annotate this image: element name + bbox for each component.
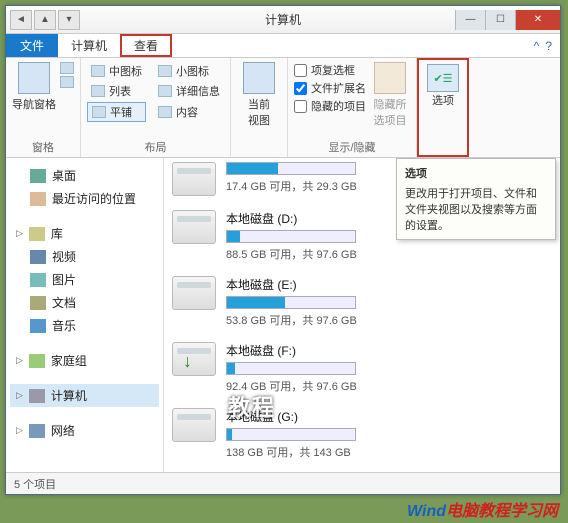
sidebar-item-videos[interactable]: 视频	[10, 245, 159, 268]
ribbon: 导航窗格 窗格 中图标 小图标 列表 详细信息 平铺 内容	[6, 58, 560, 158]
tooltip-title: 选项	[405, 165, 547, 181]
layout-details[interactable]: 详细信息	[154, 82, 224, 100]
drive-list: 选项 更改用于打开项目、文件和文件夹视图以及搜索等方面的设置。 17.4 GB …	[164, 158, 560, 472]
sidebar-item-music[interactable]: 音乐	[10, 314, 159, 337]
drive-icon	[172, 210, 216, 244]
titlebar: ◄ ▲ ▾ 计算机 — ☐ ✕	[6, 6, 560, 34]
drive-name: 本地磁盘 (F:)	[226, 342, 552, 359]
history-dropdown[interactable]: ▾	[58, 10, 80, 30]
drive-info: 88.5 GB 可用，共 97.6 GB	[226, 246, 552, 262]
preview-pane-icon[interactable]	[60, 62, 74, 74]
sidebar-item-computer[interactable]: ▷计算机	[10, 384, 159, 407]
status-item-count: 5 个项目	[14, 476, 56, 492]
group-panes: 导航窗格 窗格	[6, 58, 81, 157]
tab-computer[interactable]: 计算机	[58, 34, 120, 57]
window-title: 计算机	[265, 11, 301, 28]
drive-name: 本地磁盘 (G:)	[226, 408, 552, 425]
check-hidden-items[interactable]: 隐藏的项目	[294, 98, 366, 114]
drive-icon	[172, 276, 216, 310]
drive-info: 138 GB 可用，共 143 GB	[226, 444, 552, 460]
nav-pane-label: 导航窗格	[12, 96, 56, 112]
close-button[interactable]: ✕	[515, 10, 560, 30]
details-pane-icon[interactable]	[60, 76, 74, 88]
sidebar-item-desktop[interactable]: 桌面	[10, 164, 159, 187]
options-icon: ✔☰	[427, 64, 459, 92]
sidebar-item-network[interactable]: ▷网络	[10, 419, 159, 442]
content-area: 桌面 最近访问的位置 ▷库 视频 图片 文档 音乐 ▷家庭组 ▷计算机 ▷网络 …	[6, 158, 560, 472]
drive-info: 53.8 GB 可用，共 97.6 GB	[226, 312, 552, 328]
up-button[interactable]: ▲	[34, 10, 56, 30]
ribbon-collapse-icon[interactable]: ^	[534, 39, 540, 53]
options-label: 选项	[432, 92, 454, 108]
explorer-window: ◄ ▲ ▾ 计算机 — ☐ ✕ 文件 计算机 查看 ^ ? 导航窗格	[5, 5, 561, 495]
drive-info: 92.4 GB 可用，共 97.6 GB	[226, 378, 552, 394]
hide-selected-icon	[374, 62, 406, 94]
tooltip-body: 更改用于打开项目、文件和文件夹视图以及搜索等方面的设置。	[405, 185, 547, 233]
tab-view[interactable]: 查看	[120, 34, 172, 57]
help-icon[interactable]: ?	[545, 39, 552, 53]
window-controls: — ☐ ✕	[455, 10, 560, 30]
back-button[interactable]: ◄	[10, 10, 32, 30]
group-layout: 中图标 小图标 列表 详细信息 平铺 内容 布局	[81, 58, 231, 157]
sidebar-item-homegroup[interactable]: ▷家庭组	[10, 349, 159, 372]
drive-name: 本地磁盘 (E:)	[226, 276, 552, 293]
page-watermark: Wind电脑教程学习网	[407, 497, 558, 521]
options-tooltip: 选项 更改用于打开项目、文件和文件夹视图以及搜索等方面的设置。	[396, 158, 556, 240]
sidebar-item-documents[interactable]: 文档	[10, 291, 159, 314]
statusbar: 5 个项目	[6, 472, 560, 494]
drive-item[interactable]: 本地磁盘 (G:) 138 GB 可用，共 143 GB	[172, 408, 552, 460]
group-current-view: 当前 视图	[231, 58, 288, 157]
hide-selected-button[interactable]: 隐藏所 选项目	[370, 62, 410, 128]
group-panes-label: 窗格	[12, 137, 74, 155]
check-item-checkboxes[interactable]: 项复选框	[294, 62, 366, 78]
current-view-icon	[243, 62, 275, 94]
drive-icon	[172, 162, 216, 196]
options-button[interactable]: ✔☰ 选项	[427, 64, 459, 108]
minimize-button[interactable]: —	[455, 10, 485, 30]
nav-sidebar: 桌面 最近访问的位置 ▷库 视频 图片 文档 音乐 ▷家庭组 ▷计算机 ▷网络	[6, 158, 164, 472]
drive-item[interactable]: 本地磁盘 (E:) 53.8 GB 可用，共 97.6 GB	[172, 276, 552, 328]
check-file-extensions[interactable]: 文件扩展名	[294, 80, 366, 96]
layout-tiles[interactable]: 平铺	[87, 102, 146, 122]
current-view-label: 当前 视图	[248, 96, 270, 128]
tab-file[interactable]: 文件	[6, 34, 58, 57]
sidebar-item-libraries[interactable]: ▷库	[10, 222, 159, 245]
group-showhide-label: 显示/隐藏	[294, 137, 410, 155]
group-options: ✔☰ 选项	[417, 58, 469, 157]
maximize-button[interactable]: ☐	[485, 10, 515, 30]
nav-buttons: ◄ ▲ ▾	[6, 10, 84, 30]
layout-small-icons[interactable]: 小图标	[154, 62, 224, 80]
drive-item[interactable]: ↓ 本地磁盘 (F:) 92.4 GB 可用，共 97.6 GB	[172, 342, 552, 394]
layout-content[interactable]: 内容	[154, 102, 224, 122]
drive-icon: ↓	[172, 342, 216, 376]
group-showhide: 项复选框 文件扩展名 隐藏的项目 隐藏所 选项目 显示/隐藏	[288, 58, 417, 157]
drive-icon	[172, 408, 216, 442]
nav-pane-icon	[18, 62, 50, 94]
layout-list[interactable]: 列表	[87, 82, 146, 100]
group-layout-label: 布局	[87, 137, 224, 155]
layout-medium-icons[interactable]: 中图标	[87, 62, 146, 80]
nav-pane-button[interactable]: 导航窗格	[12, 62, 56, 112]
sidebar-item-recent[interactable]: 最近访问的位置	[10, 187, 159, 210]
sidebar-item-pictures[interactable]: 图片	[10, 268, 159, 291]
ribbon-tabs: 文件 计算机 查看 ^ ?	[6, 34, 560, 58]
hide-selected-label: 隐藏所 选项目	[374, 96, 407, 128]
current-view-button[interactable]: 当前 视图	[237, 62, 281, 128]
